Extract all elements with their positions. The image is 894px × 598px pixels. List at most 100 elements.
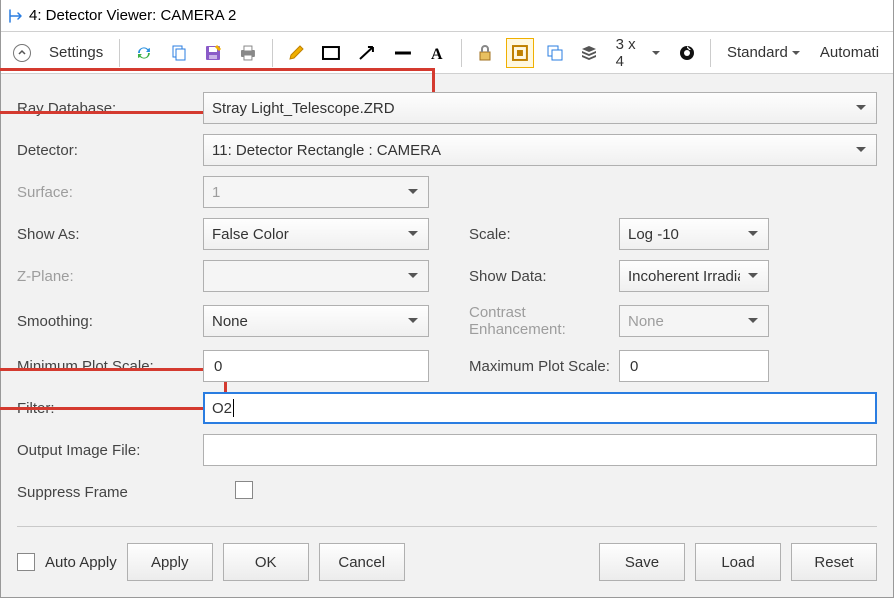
row-smoothing-contrast: Smoothing: None Contrast Enhancement: No… (17, 298, 877, 344)
app-icon (7, 8, 23, 24)
chevron-up-icon (13, 44, 31, 62)
surface-label: Surface: (17, 178, 203, 207)
load-button[interactable]: Load (695, 543, 781, 581)
svg-text:A: A (431, 46, 443, 62)
output-file-label: Output Image File: (17, 436, 203, 465)
suppress-frame-label: Suppress Frame (17, 478, 203, 507)
ray-database-select[interactable]: Stray Light_Telescope.ZRD (203, 92, 877, 124)
min-plot-value[interactable] (212, 357, 420, 376)
automatic-dropdown[interactable]: Automati (814, 38, 885, 68)
show-data-value: Incoherent Irradian (628, 268, 740, 285)
apply-button[interactable]: Apply (127, 543, 213, 581)
copy-button[interactable] (166, 38, 192, 68)
auto-apply-checkbox[interactable] (17, 553, 35, 571)
surface-value: 1 (212, 184, 220, 201)
toolbar-divider (461, 39, 462, 67)
titlebar: 4: Detector Viewer: CAMERA 2 (1, 0, 893, 32)
toolbar-divider (119, 39, 120, 67)
layers-button[interactable] (576, 38, 602, 68)
toolbar: Settings A (1, 32, 893, 74)
target-button[interactable] (674, 38, 700, 68)
contrast-label: Contrast Enhancement: (429, 298, 619, 344)
row-min-max-plot: Minimum Plot Scale: Maximum Plot Scale: (17, 346, 877, 386)
filter-input[interactable]: O2 (203, 392, 877, 424)
detector-label: Detector: (17, 136, 203, 165)
save-icon (204, 44, 222, 62)
row-suppress-frame: Suppress Frame (17, 472, 877, 512)
show-as-value: False Color (212, 226, 289, 243)
window-title: 4: Detector Viewer: CAMERA 2 (29, 7, 236, 24)
refresh-button[interactable] (130, 38, 158, 68)
ok-button[interactable]: OK (223, 543, 309, 581)
arrow-button[interactable] (353, 38, 381, 68)
cancel-button[interactable]: Cancel (319, 543, 405, 581)
show-as-label: Show As: (17, 220, 203, 249)
detector-value: 11: Detector Rectangle : CAMERA (212, 142, 441, 159)
row-showas-scale: Show As: False Color Scale: Log -10 (17, 214, 877, 254)
auto-apply-label: Auto Apply (45, 554, 117, 571)
show-data-label: Show Data: (429, 262, 619, 291)
suppress-frame-checkbox[interactable] (235, 481, 253, 499)
filter-value: O2 (212, 400, 232, 417)
smoothing-select[interactable]: None (203, 305, 429, 337)
output-file-value[interactable] (212, 441, 868, 460)
contrast-select: None (619, 305, 769, 337)
line-icon (393, 44, 413, 62)
text-button[interactable]: A (425, 38, 451, 68)
detector-viewer-window: 4: Detector Viewer: CAMERA 2 Settings (0, 0, 894, 598)
toolbar-divider (272, 39, 273, 67)
pencil-button[interactable] (283, 38, 309, 68)
row-detector: Detector: 11: Detector Rectangle : CAMER… (17, 130, 877, 170)
zplane-select (203, 260, 429, 292)
expand-settings-button[interactable] (9, 38, 35, 68)
save-settings-button[interactable]: Save (599, 543, 685, 581)
print-button[interactable] (234, 38, 262, 68)
rectangle-button[interactable] (317, 38, 345, 68)
print-icon (238, 44, 258, 62)
row-ray-database: Ray Database: Stray Light_Telescope.ZRD (17, 88, 877, 128)
settings-label[interactable]: Settings (43, 38, 109, 68)
min-plot-input[interactable] (203, 350, 429, 382)
max-plot-input[interactable] (619, 350, 769, 382)
max-plot-value[interactable] (628, 357, 760, 376)
row-filter: Filter: O2 (17, 388, 877, 428)
zoom-fit-icon (511, 44, 529, 62)
filter-label: Filter: (17, 394, 203, 423)
line-button[interactable] (389, 38, 417, 68)
rectangle-icon (321, 44, 341, 62)
toolbar-divider (710, 39, 711, 67)
layers-icon (580, 44, 598, 62)
detector-select[interactable]: 11: Detector Rectangle : CAMERA (203, 134, 877, 166)
windows-button[interactable] (542, 38, 568, 68)
row-output-file: Output Image File: (17, 430, 877, 470)
scale-label: Scale: (429, 220, 619, 249)
grid-dropdown[interactable]: 3 x 4 (610, 38, 666, 68)
lock-icon (477, 44, 493, 62)
contrast-value: None (628, 313, 664, 330)
button-row: Auto Apply Apply OK Cancel Save Load Res… (17, 526, 877, 581)
smoothing-value: None (212, 313, 248, 330)
scale-value: Log -10 (628, 226, 679, 243)
smoothing-label: Smoothing: (17, 307, 203, 336)
standard-dropdown[interactable]: Standard (721, 38, 806, 68)
text-cursor (233, 399, 234, 417)
min-plot-label: Minimum Plot Scale: (17, 352, 203, 381)
pencil-icon (287, 44, 305, 62)
windows-icon (546, 44, 564, 62)
save-button[interactable] (200, 38, 226, 68)
surface-select: 1 (203, 176, 429, 208)
zoom-fit-button[interactable] (506, 38, 534, 68)
lock-button[interactable] (472, 38, 498, 68)
row-surface: Surface: 1 (17, 172, 877, 212)
row-zplane-showdata: Z-Plane: Show Data: Incoherent Irradian (17, 256, 877, 296)
scale-select[interactable]: Log -10 (619, 218, 769, 250)
show-as-select[interactable]: False Color (203, 218, 429, 250)
ray-database-label: Ray Database: (17, 94, 203, 123)
output-file-input[interactable] (203, 434, 877, 466)
settings-panel: Ray Database: Stray Light_Telescope.ZRD … (1, 74, 893, 597)
text-icon: A (429, 44, 447, 62)
reset-button[interactable]: Reset (791, 543, 877, 581)
max-plot-label: Maximum Plot Scale: (429, 352, 619, 381)
show-data-select[interactable]: Incoherent Irradian (619, 260, 769, 292)
arrow-icon (357, 44, 377, 62)
